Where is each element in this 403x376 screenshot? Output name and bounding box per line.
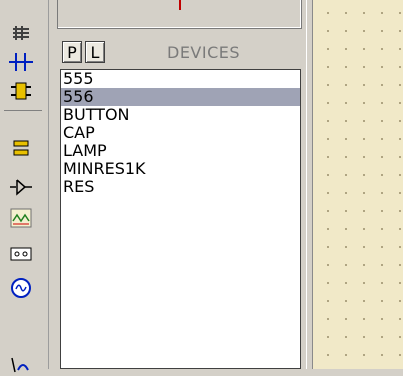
- device-item[interactable]: LAMP: [61, 142, 300, 160]
- devices-title: DEVICES: [167, 43, 241, 62]
- junction-dot-icon[interactable]: [6, 49, 36, 73]
- devices-list[interactable]: 555 556 BUTTON CAP LAMP MINRES1K RES: [60, 69, 301, 369]
- devices-panel: P L DEVICES 555 556 BUTTON CAP LAMP MINR…: [57, 38, 304, 369]
- text-script-icon[interactable]: [6, 137, 36, 161]
- device-item-selected[interactable]: 556: [61, 88, 300, 106]
- device-item[interactable]: CAP: [61, 124, 300, 142]
- preview-viewport-marker: [179, 0, 181, 10]
- terminal-icon[interactable]: [6, 175, 36, 199]
- wire-label-icon[interactable]: [6, 79, 36, 103]
- mode-toolbar: [0, 0, 49, 373]
- tape-recorder-icon[interactable]: [6, 242, 36, 266]
- device-item[interactable]: BUTTON: [61, 106, 300, 124]
- device-item[interactable]: 555: [61, 70, 300, 88]
- toolbar-separator: [4, 110, 42, 111]
- device-item[interactable]: RES: [61, 178, 300, 196]
- schematic-canvas[interactable]: [312, 0, 403, 369]
- library-manager-button[interactable]: L: [85, 41, 105, 63]
- device-item[interactable]: MINRES1K: [61, 160, 300, 178]
- graph-icon[interactable]: [6, 206, 36, 230]
- voltage-probe-icon[interactable]: [6, 352, 36, 376]
- generator-icon[interactable]: [6, 276, 36, 300]
- overview-preview[interactable]: [57, 0, 302, 29]
- pick-devices-button[interactable]: P: [62, 41, 82, 63]
- component-icon[interactable]: [6, 22, 36, 46]
